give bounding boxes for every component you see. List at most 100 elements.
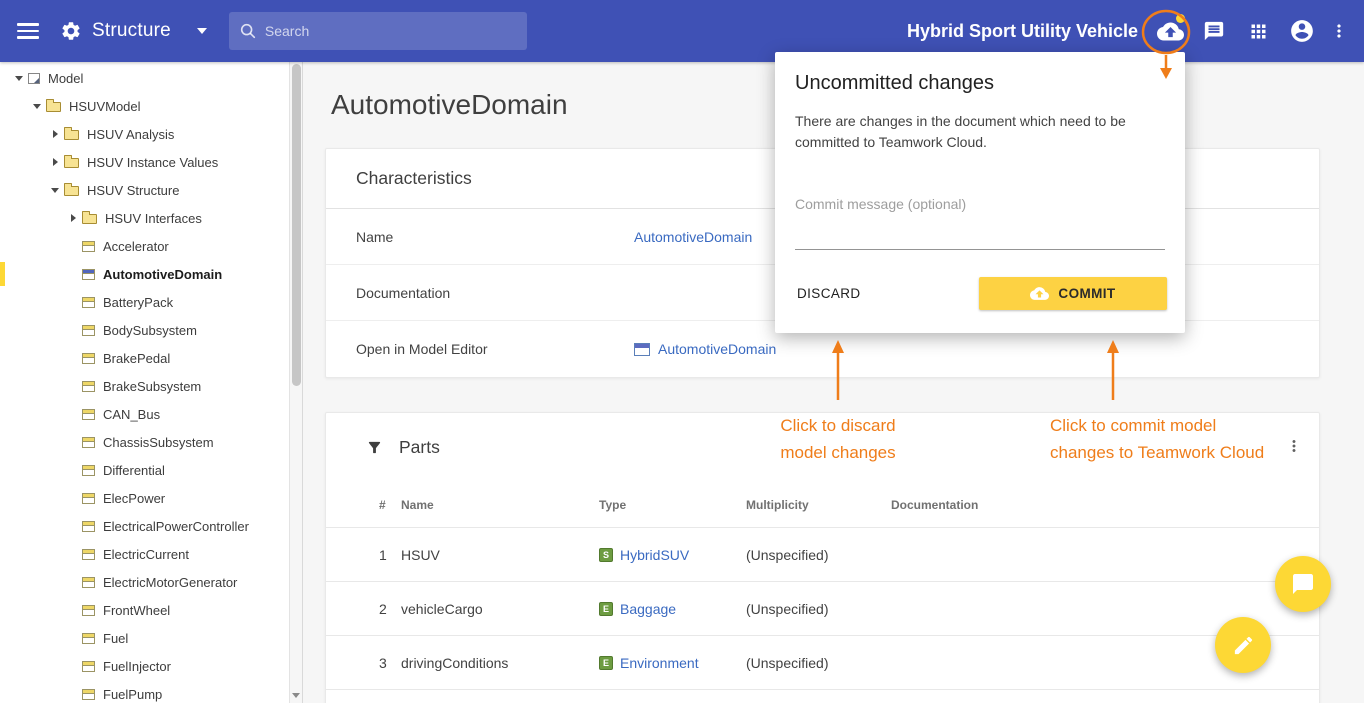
tree-item-can-bus[interactable]: CAN_Bus — [0, 400, 290, 428]
chevron-down-icon — [197, 28, 207, 34]
block-icon — [82, 409, 95, 420]
tree-item-hsuv-analysis[interactable]: HSUV Analysis — [0, 120, 290, 148]
model-editor-icon — [634, 343, 650, 356]
folder-icon — [64, 186, 79, 196]
tree-item-label: HSUV Structure — [87, 183, 179, 198]
sidebar: Model HSUVModel HSUV Analysis HSUV Instance… — [0, 62, 303, 703]
expanded-arrow-icon[interactable] — [46, 188, 64, 193]
kebab-icon — [1285, 437, 1303, 455]
expanded-arrow-icon[interactable] — [28, 104, 46, 109]
tree-item-frontwheel[interactable]: FrontWheel — [0, 596, 290, 624]
tree-item-hsuvmodel[interactable]: HSUVModel — [0, 92, 290, 120]
edit-fab[interactable] — [1215, 617, 1271, 673]
tree-item-hsuv-instance-values[interactable]: HSUV Instance Values — [0, 148, 290, 176]
tree-item-chassissubsystem[interactable]: ChassisSubsystem — [0, 428, 290, 456]
part-name: vehicleCargo — [401, 601, 599, 617]
commit-message-field[interactable]: Commit message (optional) — [795, 196, 1165, 250]
uncommitted-changes-button[interactable] — [1148, 9, 1192, 53]
block-icon — [82, 241, 95, 252]
parts-menu-button[interactable] — [1279, 431, 1309, 461]
tree-item-fuel[interactable]: Fuel — [0, 624, 290, 652]
tree-item-label: AutomotiveDomain — [103, 267, 222, 282]
block-icon — [82, 437, 95, 448]
tree-item-label: FuelInjector — [103, 659, 171, 674]
part-number: 1 — [379, 547, 401, 563]
more-options-button[interactable] — [1324, 9, 1354, 53]
kebab-icon — [1329, 21, 1349, 41]
comments-fab[interactable] — [1275, 556, 1331, 612]
value-link[interactable]: AutomotiveDomain — [634, 229, 752, 245]
tree-item-label: HSUV Analysis — [87, 127, 174, 142]
part-type-link[interactable]: Baggage — [620, 601, 676, 617]
collapsed-arrow-icon[interactable] — [46, 158, 64, 166]
column-header-number: # — [379, 498, 401, 512]
scroll-down-button[interactable] — [290, 688, 302, 702]
menu-button[interactable] — [6, 9, 50, 53]
characteristic-label: Name — [356, 229, 634, 245]
view-switcher[interactable]: Structure — [60, 20, 207, 42]
document-title: Hybrid Sport Utility Vehicle — [907, 21, 1138, 42]
tree-item-label: ChassisSubsystem — [103, 435, 214, 450]
collapsed-arrow-icon[interactable] — [64, 214, 82, 222]
apps-grid-icon — [1248, 21, 1269, 42]
block-icon — [82, 661, 95, 672]
column-header-multiplicity: Multiplicity — [746, 498, 891, 512]
tree-item-differential[interactable]: Differential — [0, 456, 290, 484]
tree-item-batterypack[interactable]: BatteryPack — [0, 288, 290, 316]
tree-item-fuelinjector[interactable]: FuelInjector — [0, 652, 290, 680]
type-icon: E — [599, 602, 613, 616]
tree-item-electricmotorgenerator[interactable]: ElectricMotorGenerator — [0, 568, 290, 596]
part-number: 2 — [379, 601, 401, 617]
account-button[interactable] — [1280, 9, 1324, 53]
block-icon — [82, 353, 95, 364]
tree-item-label: ElectricCurrent — [103, 547, 189, 562]
tree-item-brakesubsystem[interactable]: BrakeSubsystem — [0, 372, 290, 400]
tree-item-electricalpowercontroller[interactable]: ElectricalPowerController — [0, 512, 290, 540]
tree-item-label: Accelerator — [103, 239, 169, 254]
tree-item-bodysubsystem[interactable]: BodySubsystem — [0, 316, 290, 344]
characteristic-label: Open in Model Editor — [356, 341, 634, 357]
discard-button[interactable]: DISCARD — [795, 278, 863, 309]
tree-item-accelerator[interactable]: Accelerator — [0, 232, 290, 260]
block-icon — [82, 325, 95, 336]
tree-item-label: HSUV Interfaces — [105, 211, 202, 226]
column-header-type: Type — [599, 498, 746, 512]
collapsed-arrow-icon[interactable] — [46, 130, 64, 138]
tree-item-automotivedomain[interactable]: AutomotiveDomain — [0, 260, 290, 288]
comments-button[interactable] — [1192, 9, 1236, 53]
account-icon — [1289, 18, 1315, 44]
sidebar-scrollbar[interactable] — [289, 62, 302, 703]
tree-item-fuelpump[interactable]: FuelPump — [0, 680, 290, 703]
search-input[interactable] — [265, 23, 505, 39]
commit-button-label: COMMIT — [1058, 286, 1115, 301]
part-type-link[interactable]: HybridSUV — [620, 547, 689, 563]
tree-item-label: ElecPower — [103, 491, 165, 506]
tree-item-model[interactable]: Model — [0, 64, 290, 92]
tree-item-electriccurrent[interactable]: ElectricCurrent — [0, 540, 290, 568]
part-row: 1HSUVSHybridSUV(Unspecified) — [326, 528, 1319, 582]
tree-item-elecpower[interactable]: ElecPower — [0, 484, 290, 512]
type-icon: E — [599, 656, 613, 670]
value-link[interactable]: AutomotiveDomain — [658, 341, 776, 357]
expanded-arrow-icon[interactable] — [10, 76, 28, 81]
apps-button[interactable] — [1236, 9, 1280, 53]
popup-title: Uncommitted changes — [795, 72, 1165, 95]
commit-cloud-icon — [1030, 284, 1049, 303]
tree-item-hsuv-structure[interactable]: HSUV Structure — [0, 176, 290, 204]
commit-button[interactable]: COMMIT — [979, 277, 1167, 310]
changes-badge — [1176, 14, 1185, 23]
tree-item-label: Model — [48, 71, 83, 86]
scrollbar-thumb[interactable] — [292, 64, 301, 386]
tree-item-brakepedal[interactable]: BrakePedal — [0, 344, 290, 372]
pencil-icon — [1232, 634, 1255, 657]
column-header-documentation: Documentation — [891, 498, 1319, 512]
part-type: SHybridSUV — [599, 547, 746, 563]
view-label: Structure — [92, 20, 171, 42]
tree-item-label: BrakePedal — [103, 351, 170, 366]
part-type-link[interactable]: Environment — [620, 655, 699, 671]
parts-title: Parts — [399, 437, 440, 458]
tree-item-hsuv-interfaces[interactable]: HSUV Interfaces — [0, 204, 290, 232]
block-icon — [82, 605, 95, 616]
uncommitted-changes-popup: Uncommitted changes There are changes in… — [775, 52, 1185, 333]
search-box[interactable] — [229, 12, 527, 50]
